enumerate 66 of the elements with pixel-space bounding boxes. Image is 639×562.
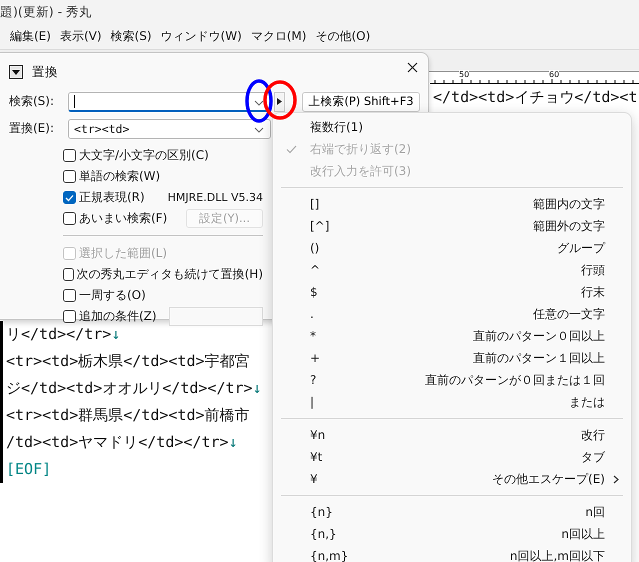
ruler-label: 50 — [459, 70, 470, 79]
menu-item[interactable]: 検索(S) — [110, 28, 152, 45]
dropdown-icon[interactable] — [9, 65, 23, 79]
find-previous-button[interactable]: 上検索(P) Shift+F3 — [302, 92, 420, 112]
menu-item[interactable]: [^] 範囲外の文字 — [273, 215, 631, 237]
condition-field[interactable] — [169, 307, 263, 326]
checkbox[interactable] — [63, 268, 74, 281]
check-icon — [286, 144, 297, 154]
code-line: </td><td>イチョウ</td><t — [433, 88, 638, 106]
code-line: <tr><td>栃木県</td><td>宇都宮 — [6, 352, 250, 370]
menu-item[interactable]: 複数行(1) — [273, 116, 631, 138]
field-label: 置換(E): — [9, 120, 55, 137]
menu-item[interactable]: + 直前のパターン１回以上 — [273, 347, 631, 369]
search-field[interactable] — [68, 92, 271, 112]
menu-item[interactable]: () グループ — [273, 237, 631, 259]
code-line: ジ</td><td>オオルリ</td></tr> — [6, 379, 253, 397]
menu-item[interactable]: 編集(E) — [10, 28, 51, 45]
menu-item[interactable]: マクロ(M) — [250, 28, 306, 45]
eof-marker: [EOF] — [6, 460, 52, 478]
dialog-title: 置換 — [32, 64, 58, 80]
line-end-mark: ↓ — [252, 379, 262, 397]
checkbox[interactable] — [63, 212, 76, 225]
menu-item[interactable]: [] 範囲内の文字 — [273, 193, 631, 215]
menu-item[interactable]: ^ 行頭 — [273, 259, 631, 281]
menu-item[interactable]: ? 直前のパターンが０回または１回 — [273, 369, 631, 391]
menu-item[interactable]: その他(O) — [315, 28, 370, 45]
close-icon[interactable] — [407, 62, 418, 73]
menu-item[interactable]: $ 行末 — [273, 281, 631, 303]
menu-item[interactable]: | または — [273, 391, 631, 413]
menu-item[interactable]: ウィンドウ(W) — [160, 28, 242, 45]
menu-item[interactable]: ¥t タブ — [273, 446, 631, 468]
version-label: HMJRE.DLL V5.34 — [168, 191, 263, 204]
checkbox-label: あいまい検索(F) — [79, 210, 168, 227]
checkbox[interactable] — [63, 310, 76, 323]
line-end-mark: ↓ — [228, 433, 238, 451]
menu-item[interactable]: {n,m} n回以上,m回以下 — [273, 545, 631, 562]
checkbox-label: 選択した範囲(L) — [79, 245, 168, 262]
checkbox-label: 一周する(O) — [79, 287, 146, 304]
code-line: /td><td>ヤマドリ</td></tr> — [6, 433, 229, 451]
replace-field[interactable]: <tr><td> — [68, 118, 271, 138]
menu-item[interactable]: . 任意の一文字 — [273, 303, 631, 325]
menu-item[interactable]: {n} n回 — [273, 501, 631, 523]
code-line: <tr><td>群馬県</td><td>前橋市 — [6, 406, 250, 424]
checkbox-label: 正規表現(R) — [79, 189, 145, 206]
checkbox[interactable] — [63, 170, 76, 183]
window-title: 題)(更新) - 秀丸 — [0, 4, 92, 19]
expand-button[interactable] — [274, 92, 285, 112]
chevron-icon — [254, 126, 264, 132]
menu-item[interactable]: 表示(V) — [60, 28, 102, 45]
chevron-icon — [254, 100, 264, 106]
menu-item[interactable]: ¥ その他エスケープ(E) — [273, 468, 631, 490]
checkbox[interactable] — [63, 149, 76, 162]
triangle-icon — [277, 98, 282, 105]
checkbox-label: 単語の検索(W) — [79, 168, 160, 185]
checkbox[interactable] — [63, 191, 76, 204]
menu-item[interactable]: {n,} n回以上 — [273, 523, 631, 545]
checkbox[interactable] — [63, 289, 76, 302]
menu-item[interactable]: ¥n 改行 — [273, 424, 631, 446]
checkbox-label: 次の秀丸エディタも続けて置換(H) — [76, 266, 263, 283]
field-label: 検索(S): — [9, 93, 56, 110]
code-line: リ</td></tr> — [6, 325, 112, 343]
menu-item[interactable]: * 直前のパターン０回以上 — [273, 325, 631, 347]
ruler-label: 60 — [549, 70, 560, 79]
line-end-mark: ↓ — [111, 325, 120, 343]
checkbox-label: 大文字/小文字の区別(C) — [79, 147, 209, 164]
checkbox-label: 追加の条件(Z) — [79, 308, 157, 325]
